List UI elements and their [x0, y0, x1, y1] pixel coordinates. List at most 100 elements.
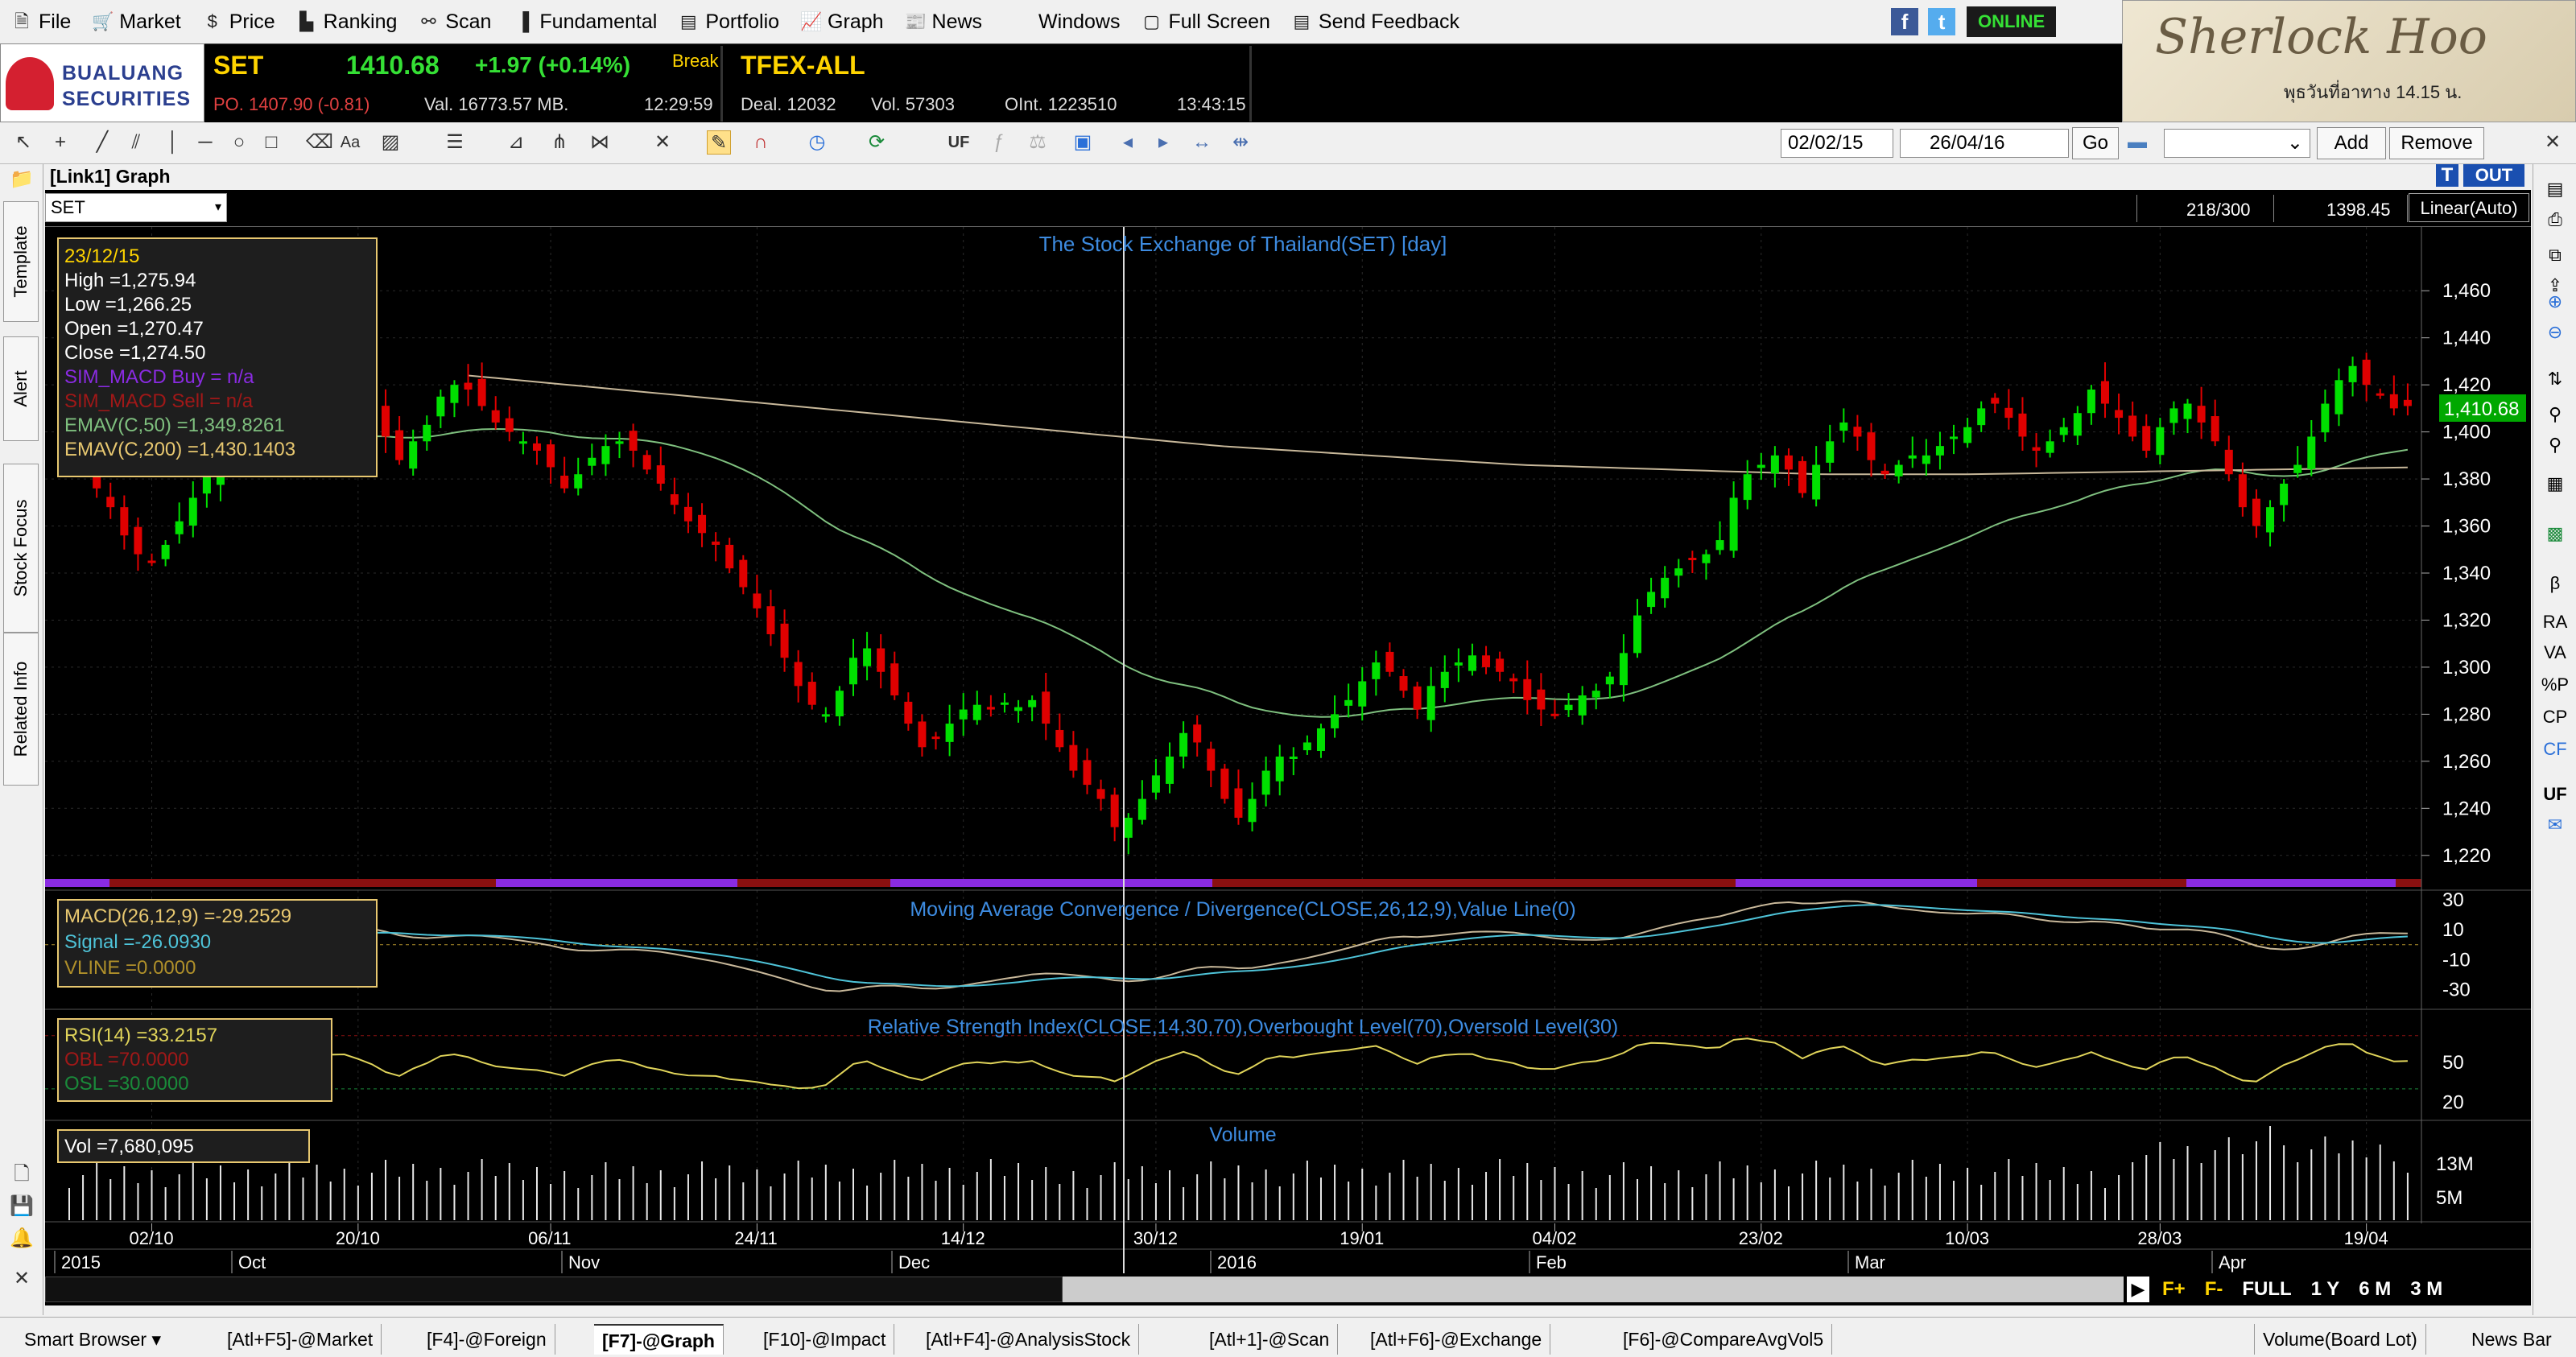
- scroll-left-icon[interactable]: ◂: [1116, 130, 1140, 155]
- taskbar-tab[interactable]: [F6]-@CompareAvgVol5: [1615, 1324, 1833, 1355]
- range-button-full[interactable]: FULL: [2242, 1278, 2291, 1301]
- menu-item-price[interactable]: $ Price: [202, 10, 275, 34]
- rectangle-icon[interactable]: □: [259, 130, 283, 155]
- new-file-icon[interactable]: 🗋: [10, 1162, 34, 1186]
- circle-icon[interactable]: ○: [227, 130, 251, 155]
- magnet-icon[interactable]: ∩: [749, 130, 773, 155]
- magnify-icon[interactable]: ⚲: [2533, 435, 2576, 456]
- tfex-symbol[interactable]: TFEX-ALL: [741, 51, 865, 80]
- menu-item-full-screen[interactable]: ▢ Full Screen: [1141, 10, 1270, 34]
- indicator-icon[interactable]: ▩: [2533, 523, 2576, 544]
- close-panel-icon[interactable]: ✕: [10, 1267, 34, 1291]
- tab-stock-focus[interactable]: Stock Focus: [3, 464, 39, 633]
- go-button[interactable]: Go: [2072, 127, 2119, 159]
- sort-icon[interactable]: ⇅: [2533, 369, 2576, 390]
- line-style-icon[interactable]: ☰: [443, 130, 467, 155]
- cp-button[interactable]: CP: [2533, 707, 2576, 728]
- ticker-symbol[interactable]: SET: [213, 51, 263, 80]
- menu-item-market[interactable]: 🛒 Market: [92, 10, 180, 34]
- scale-icon[interactable]: ⚖: [1026, 130, 1050, 155]
- facebook-icon[interactable]: f: [1891, 8, 1919, 35]
- chat-icon[interactable]: ✉: [2533, 815, 2576, 835]
- close-icon[interactable]: ✕: [2541, 130, 2565, 155]
- menu-item-send-feedback[interactable]: ▤ Send Feedback: [1291, 10, 1460, 34]
- zoom-out-icon[interactable]: ⊖: [2533, 322, 2576, 343]
- volume-board-lot[interactable]: Volume(Board Lot): [2254, 1324, 2426, 1355]
- template-select[interactable]: ⌄: [2164, 129, 2310, 158]
- menu-item-portfolio[interactable]: ▤ Portfolio: [678, 10, 779, 34]
- taskbar-tab[interactable]: [Atl+F6]-@Exchange: [1362, 1324, 1551, 1355]
- pattern-icon[interactable]: ⋈: [588, 130, 612, 155]
- menu-item-fundamental[interactable]: ▐ Fundamental: [512, 10, 658, 34]
- menu-item-scan[interactable]: ⚯ Scan: [418, 10, 491, 34]
- t-button[interactable]: T: [2436, 164, 2458, 187]
- scale-mode[interactable]: Linear(Auto): [2409, 193, 2529, 222]
- search-icon[interactable]: ⚲: [2533, 404, 2576, 425]
- tab-alert[interactable]: Alert: [3, 336, 39, 441]
- menu-item-news[interactable]: 📰 News: [905, 10, 983, 34]
- erase-icon[interactable]: ⌫: [306, 130, 333, 155]
- scroll-right-button[interactable]: ▶: [2127, 1277, 2149, 1302]
- pencil-icon[interactable]: ✎: [707, 130, 731, 155]
- tab-related-info[interactable]: Related Info: [3, 633, 39, 786]
- refresh-icon[interactable]: ⟳: [865, 130, 889, 155]
- beta-icon[interactable]: β: [2533, 573, 2576, 594]
- trendline-icon[interactable]: ╱: [90, 130, 114, 155]
- va-button[interactable]: VA: [2533, 642, 2576, 663]
- out-button[interactable]: OUT: [2463, 164, 2524, 187]
- expand-icon[interactable]: ↔: [1190, 130, 1214, 155]
- gann-icon[interactable]: ⊿: [504, 130, 528, 155]
- ra-button[interactable]: RA: [2533, 612, 2576, 633]
- uf-side-button[interactable]: UF: [2533, 784, 2576, 805]
- window-icon[interactable]: ▤: [2533, 179, 2576, 200]
- date-to-input[interactable]: 26/04/16: [1900, 129, 2069, 158]
- menu-item-file[interactable]: 🗎 File: [11, 10, 71, 34]
- delete-icon[interactable]: ✕: [650, 130, 675, 155]
- scroll-thumb[interactable]: [1063, 1277, 2124, 1302]
- taskbar-tab[interactable]: [Atl+1]-@Scan: [1201, 1324, 1339, 1355]
- cf-button[interactable]: CF: [2533, 739, 2576, 760]
- taskbar-tab[interactable]: [Atl+F5]-@Market: [219, 1324, 382, 1355]
- vertical-line-icon[interactable]: │: [161, 130, 185, 155]
- scroll-right-icon[interactable]: ▸: [1151, 130, 1175, 155]
- uf-button[interactable]: UF: [947, 130, 971, 155]
- shrink-icon[interactable]: ⇹: [1228, 130, 1253, 155]
- range-button-1y[interactable]: 1 Y: [2311, 1278, 2340, 1301]
- crosshair-icon[interactable]: +: [48, 130, 72, 155]
- menu-item-graph[interactable]: 📈 Graph: [800, 10, 883, 34]
- range-button-f[interactable]: F+: [2162, 1278, 2186, 1301]
- copy-icon[interactable]: ⧉: [2533, 245, 2576, 266]
- remove-button[interactable]: Remove: [2389, 127, 2484, 159]
- add-button[interactable]: Add: [2317, 127, 2386, 159]
- twitter-icon[interactable]: t: [1928, 8, 1956, 35]
- parallel-line-icon[interactable]: ⫽: [124, 130, 148, 155]
- menu-item-ranking[interactable]: ▙ Ranking: [296, 10, 397, 34]
- image-icon[interactable]: ▣: [1071, 130, 1095, 155]
- smart-browser-button[interactable]: Smart Browser ▾: [16, 1324, 177, 1355]
- taskbar-tab[interactable]: [F10]-@Impact: [755, 1324, 895, 1355]
- percent-button[interactable]: %P: [2533, 674, 2576, 695]
- formula-icon[interactable]: ƒ: [987, 130, 1011, 155]
- color-icon[interactable]: ▬: [2125, 130, 2149, 155]
- taskbar-tab[interactable]: [F4]-@Foreign: [419, 1324, 555, 1355]
- tab-template[interactable]: Template: [3, 201, 39, 322]
- save-icon[interactable]: 💾: [10, 1194, 34, 1219]
- menu-item-windows[interactable]: Windows: [1038, 10, 1120, 34]
- pitchfork-icon[interactable]: ⋔: [547, 130, 572, 155]
- sherlock-banner[interactable]: Sherlock Hoo พุธวันที่อาทาง 14.15 น.: [2122, 0, 2576, 122]
- news-bar-button[interactable]: News Bar: [2463, 1324, 2560, 1355]
- clock-icon[interactable]: ◷: [805, 130, 829, 155]
- range-button-3m[interactable]: 3 M: [2410, 1278, 2442, 1301]
- date-from-input[interactable]: 02/02/15: [1781, 129, 1893, 158]
- text-icon[interactable]: Aa: [338, 130, 362, 155]
- taskbar-tab[interactable]: [Atl+F4]-@AnalysisStock: [918, 1324, 1140, 1355]
- layout-icon[interactable]: ▦: [2533, 473, 2576, 494]
- symbol-select[interactable]: SET ▾: [45, 193, 227, 222]
- pointer-icon[interactable]: ↖: [11, 130, 35, 155]
- fibonacci-icon[interactable]: ▨: [378, 130, 402, 155]
- zoom-in-icon[interactable]: ⊕: [2533, 291, 2576, 312]
- range-button-6m[interactable]: 6 M: [2359, 1278, 2391, 1301]
- print-icon[interactable]: ⎙: [2533, 209, 2576, 230]
- stock-chart[interactable]: 1,220 1,240 1,260 1,280 1,300 1,320 1,340 1,360…: [45, 227, 2531, 1273]
- alarm-icon[interactable]: 🔔: [10, 1227, 34, 1251]
